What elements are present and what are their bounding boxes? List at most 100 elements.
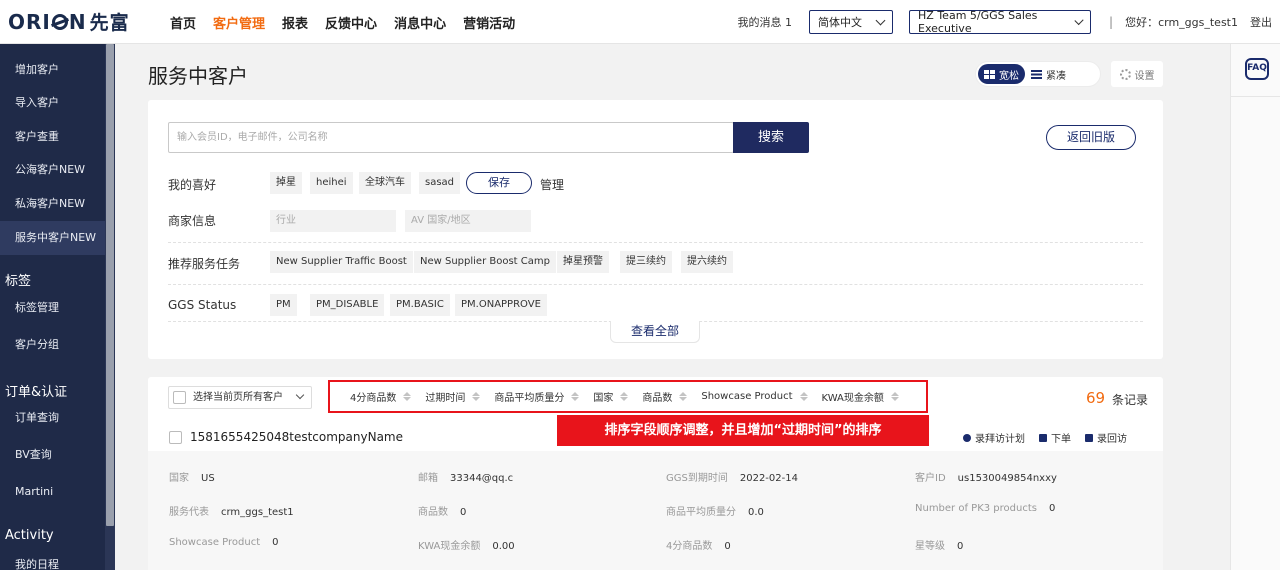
sidebar-item-public-pool[interactable]: 公海客户NEW <box>0 153 105 187</box>
team-select[interactable]: HZ Team 5/GGS Sales Executive <box>909 9 1092 35</box>
task-tag[interactable]: New Supplier Traffic Boost <box>270 251 413 273</box>
scrollbar-thumb[interactable] <box>106 44 114 526</box>
field-product-count: 商品数 0 <box>418 507 467 518</box>
nav-campaigns[interactable]: 营销活动 <box>463 13 515 32</box>
ggs-tag[interactable]: PM <box>270 294 297 316</box>
select-all-checkbox[interactable] <box>173 391 186 404</box>
density-toggle: 宽松 紧凑 <box>975 61 1101 87</box>
settings-label: 设置 <box>1134 70 1155 82</box>
user-greeting: 您好：crm_ggs_test1 <box>1125 16 1238 29</box>
task-tag[interactable]: 掉星预警 <box>557 251 609 273</box>
team-value: HZ Team 5/GGS Sales Executive <box>918 9 1038 35</box>
ggs-tag[interactable]: PM.ONAPPROVE <box>455 294 547 316</box>
nav-feedback[interactable]: 反馈中心 <box>325 13 377 32</box>
task-tag[interactable]: New Supplier Boost Camp <box>414 251 556 273</box>
country-select[interactable]: AV 国家/地区 <box>405 210 531 232</box>
save-favorites-button[interactable]: 保存 <box>466 172 532 194</box>
nav-home[interactable]: 首页 <box>170 13 196 32</box>
logo-o-icon <box>51 13 68 30</box>
sort-kwa-balance[interactable]: KWA现金余额 <box>822 389 899 404</box>
place-order-button[interactable]: 下单 <box>1039 430 1071 445</box>
chevron-down-icon <box>875 15 886 25</box>
sidebar-item-in-service[interactable]: 服务中客户NEW <box>0 221 105 255</box>
nav-messages[interactable]: 消息中心 <box>394 13 446 32</box>
ggs-tag[interactable]: PM_DISABLE <box>310 294 385 316</box>
sidebar-item-import-customer[interactable]: 导入客户 <box>0 86 105 120</box>
sidebar-item-bv-query[interactable]: BV查询 <box>0 438 105 472</box>
sort-label: 国家 <box>593 393 614 404</box>
manage-favorites-link[interactable]: 管理 <box>540 176 564 193</box>
record-details: 国家 US 邮箱 33344@qq.c GGS到期时间 2022-02-14 客户ID… <box>148 451 1163 570</box>
document-icon <box>1039 433 1047 442</box>
list-icon <box>1031 69 1042 79</box>
logout-link[interactable]: 登出 <box>1250 14 1272 30</box>
sort-label: KWA现金余额 <box>821 393 884 404</box>
search-button[interactable]: 搜索 <box>733 122 809 153</box>
service-task-label: 推荐服务任务 <box>168 257 241 271</box>
fav-tag[interactable]: heihei <box>310 172 353 194</box>
select-all-dropdown[interactable]: 选择当前页所有客户 <box>168 386 312 409</box>
field-avg-quality: 商品平均质量分 0.0 <box>666 507 764 518</box>
sort-country[interactable]: 国家 <box>593 389 629 404</box>
industry-select[interactable]: 行业 <box>270 210 396 232</box>
sort-label: Showcase Product <box>701 391 793 402</box>
record-company-name[interactable]: 1581655425048testcompanyName <box>190 430 403 444</box>
sort-showcase-product[interactable]: Showcase Product <box>701 391 808 402</box>
sort-expiry-time[interactable]: 过期时间 <box>425 389 481 404</box>
sort-avg-quality[interactable]: 商品平均质量分 <box>494 389 580 404</box>
settings-button[interactable]: 设置 <box>1111 61 1163 87</box>
language-value: 简体中文 <box>818 16 863 29</box>
fav-tag[interactable]: 全球汽车 <box>359 172 411 194</box>
sidebar-item-martini[interactable]: Martini <box>0 475 105 509</box>
record-checkbox[interactable] <box>169 431 182 444</box>
row-divider <box>168 242 1143 243</box>
sidebar-item-my-schedule[interactable]: 我的日程 <box>0 548 105 570</box>
sidebar-group-orders: 订单&认证 <box>5 385 68 400</box>
field-email: 邮箱 33344@qq.c <box>418 473 514 484</box>
orion-logo[interactable]: ORI N 先富 <box>8 8 130 35</box>
sidebar-item-order-query[interactable]: 订单查询 <box>0 401 105 435</box>
my-messages-link[interactable]: 我的消息 1 <box>738 14 793 30</box>
faq-icon[interactable]: FAQ <box>1245 58 1269 80</box>
fav-tag[interactable]: sasad <box>419 172 461 194</box>
sort-label: 过期时间 <box>425 393 466 404</box>
select-all-label: 选择当前页所有客户 <box>193 392 283 403</box>
page-title: 服务中客户 <box>148 64 248 88</box>
right-rail: FAQ <box>1230 44 1280 570</box>
task-tag[interactable]: 提六续约 <box>681 251 733 273</box>
view-compact-button[interactable]: 紧凑 <box>1025 64 1072 84</box>
visit-plan-button[interactable]: 录拜访计划 <box>963 430 1025 445</box>
sort-arrows-icon <box>890 392 899 401</box>
nav-reports[interactable]: 报表 <box>282 13 308 32</box>
sort-product-count[interactable]: 商品数 <box>642 389 688 404</box>
follow-up-button[interactable]: 录回访 <box>1085 430 1127 445</box>
nav-customer-management[interactable]: 客户管理 <box>213 13 265 32</box>
filter-panel: 输入会员ID，电子邮件，公司名称 搜索 返回旧版 我的喜好 掉星 heihei … <box>148 100 1163 359</box>
view-loose-button[interactable]: 宽松 <box>978 64 1025 84</box>
field-customer-id: 客户ID us1530049854nxxy <box>915 473 1057 484</box>
view-all-button[interactable]: 查看全部 <box>610 321 700 343</box>
sidebar-item-private-pool[interactable]: 私海客户NEW <box>0 187 105 221</box>
sidebar-item-tag-management[interactable]: 标签管理 <box>0 291 105 325</box>
sort-4star-products[interactable]: 4分商品数 <box>350 389 412 404</box>
sidebar: 增加客户 导入客户 客户查重 公海客户NEW 私海客户NEW 服务中客户NEW … <box>0 44 115 570</box>
sort-arrows-icon <box>571 392 580 401</box>
action-label: 录拜访计划 <box>975 434 1025 445</box>
sort-arrows-icon <box>472 392 481 401</box>
search-input[interactable]: 输入会员ID，电子邮件，公司名称 <box>168 122 734 153</box>
sidebar-item-add-customer[interactable]: 增加客户 <box>0 53 105 87</box>
sidebar-item-customer-groups[interactable]: 客户分组 <box>0 328 105 362</box>
field-pk3-products: Number of PK3 products 0 <box>915 503 1056 514</box>
back-to-old-version-button[interactable]: 返回旧版 <box>1046 125 1136 150</box>
clipboard-icon <box>1085 433 1093 442</box>
task-tag[interactable]: 提三续约 <box>620 251 672 273</box>
fav-tag[interactable]: 掉星 <box>270 172 302 194</box>
sidebar-item-dedupe[interactable]: 客户查重 <box>0 120 105 154</box>
view-loose-label: 宽松 <box>999 70 1019 82</box>
language-select[interactable]: 简体中文 <box>809 10 894 34</box>
ggs-tag[interactable]: PM.BASIC <box>390 294 450 316</box>
rail-divider <box>1231 96 1280 97</box>
plus-circle-icon <box>963 433 971 442</box>
field-showcase-product: Showcase Product 0 <box>169 537 279 548</box>
sidebar-scrollbar[interactable] <box>105 44 115 570</box>
